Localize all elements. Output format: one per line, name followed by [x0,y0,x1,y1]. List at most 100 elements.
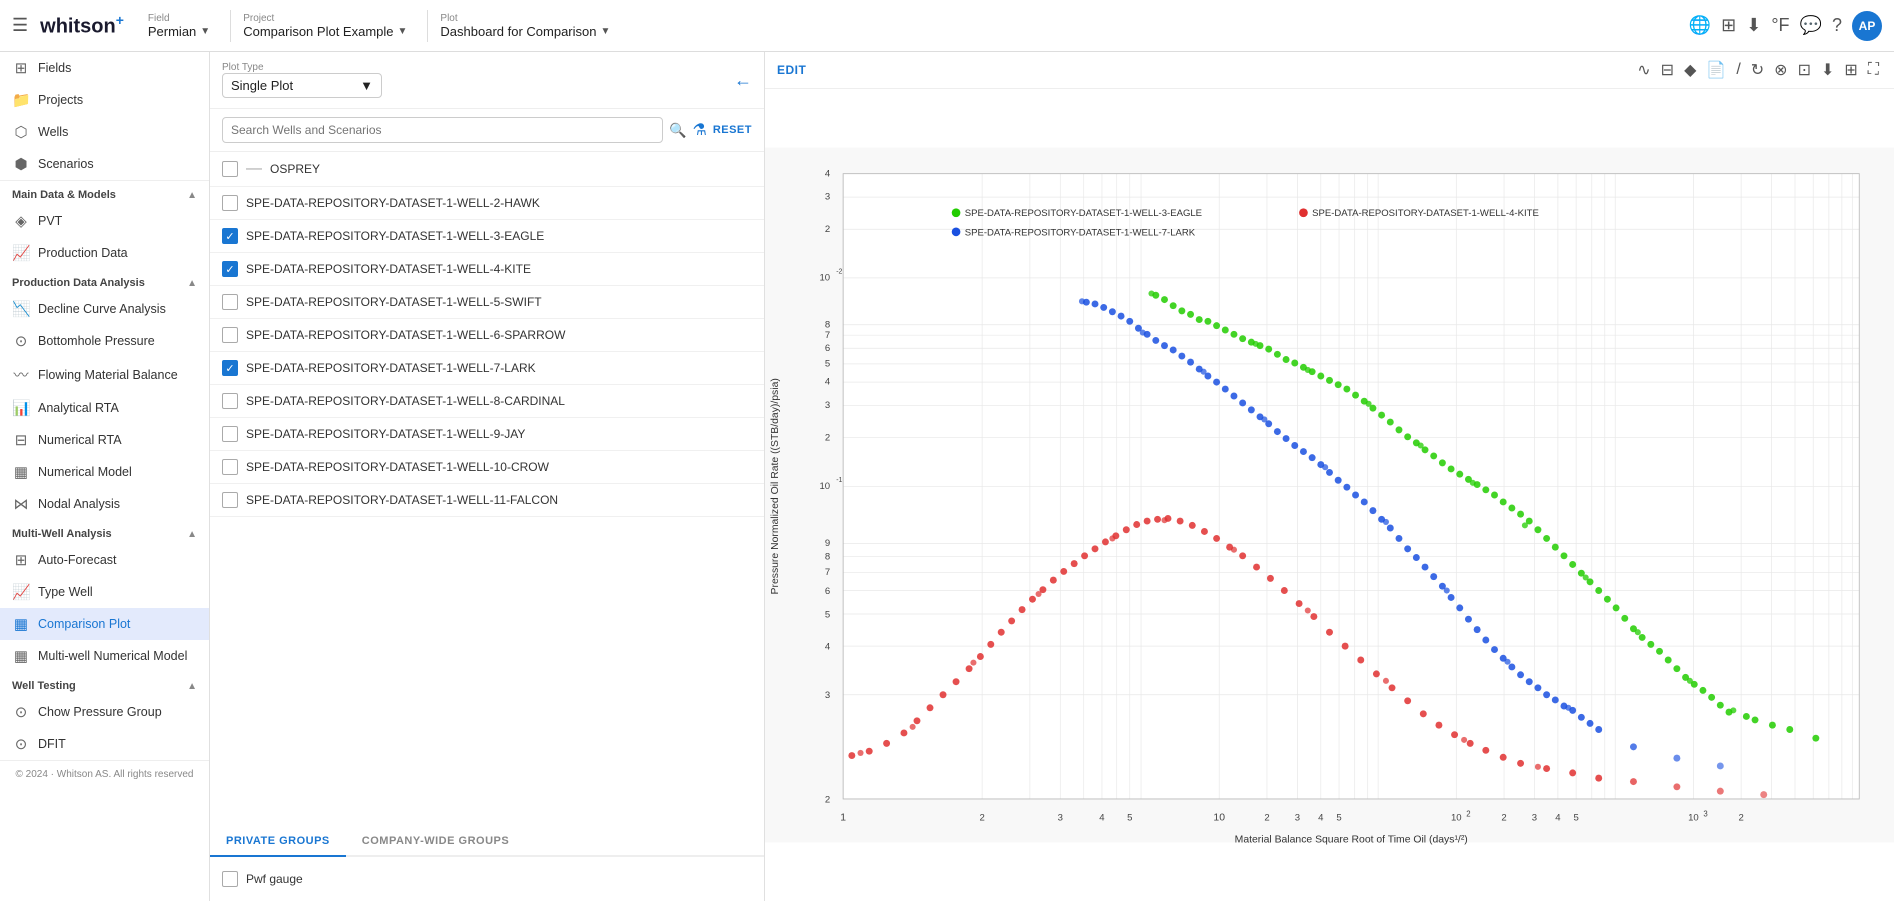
search-icon[interactable]: 🔍 [669,122,686,139]
well-item-falcon[interactable]: SPE-DATA-REPOSITORY-DATASET-1-WELL-11-FA… [210,484,764,517]
well-item-osprey[interactable]: — OSPREY [210,152,764,187]
sidebar-item-projects[interactable]: 📁 Projects [0,84,209,116]
sidebar-label-pvt: PVT [38,214,62,228]
svg-text:6: 6 [825,586,830,597]
topbar: ☰ whitson+ Field Permian ▼ Project Compa… [0,0,1894,52]
plot-type-select[interactable]: Single Plot ▼ [222,73,382,98]
sidebar-item-decline-curve[interactable]: 📉 Decline Curve Analysis [0,293,209,325]
sidebar-item-fields[interactable]: ⊞ Fields [0,52,209,84]
sidebar-item-analytical-rta[interactable]: 📊 Analytical RTA [0,392,209,424]
well-checkbox-eagle[interactable] [222,228,238,244]
zoom-fit-icon[interactable]: ⊞ [1841,58,1860,82]
sidebar-item-production-data[interactable]: 📈 Production Data [0,237,209,269]
well-checkbox-lark[interactable] [222,360,238,376]
well-name-jay: SPE-DATA-REPOSITORY-DATASET-1-WELL-9-JAY [246,427,525,441]
group-checkbox-pwf[interactable] [222,871,238,887]
sidebar-item-multi-numerical[interactable]: ▦ Multi-well Numerical Model [0,640,209,672]
globe-icon[interactable]: 🌐 [1689,15,1711,36]
well-checkbox-kite[interactable] [222,261,238,277]
download-chart-icon[interactable]: ⬇ [1818,58,1837,82]
avatar[interactable]: AP [1852,11,1882,41]
well-item-sparrow[interactable]: SPE-DATA-REPOSITORY-DATASET-1-WELL-6-SPA… [210,319,764,352]
section-header-multi-well[interactable]: Multi-Well Analysis ▲ [0,520,209,544]
sidebar-item-bottomhole[interactable]: ⊙ Bottomhole Pressure [0,325,209,357]
chart-container: 1 2 3 4 5 10 2 3 4 5 10 2 2 3 4 [765,89,1894,901]
sidebar-item-dfit[interactable]: ⊙ DFIT [0,728,209,760]
fill-tool-icon[interactable]: ◆ [1681,58,1699,82]
sidebar-item-comparison-plot[interactable]: ▦ Comparison Plot [0,608,209,640]
well-item-eagle[interactable]: SPE-DATA-REPOSITORY-DATASET-1-WELL-3-EAG… [210,220,764,253]
svg-text:2: 2 [1466,809,1470,818]
well-checkbox-sparrow[interactable] [222,327,238,343]
menu-icon[interactable]: ☰ [12,15,28,36]
well-checkbox-swift[interactable] [222,294,238,310]
sidebar-item-numerical-rta[interactable]: ⊟ Numerical RTA [0,424,209,456]
svg-text:1: 1 [840,813,846,824]
well-checkbox-osprey[interactable] [222,161,238,177]
project-selector[interactable]: Comparison Plot Example ▼ [243,24,407,39]
chevron-well-testing-icon: ▲ [187,681,197,692]
sidebar-item-chow-pressure[interactable]: ⊙ Chow Pressure Group [0,696,209,728]
well-checkbox-cardinal[interactable] [222,393,238,409]
auto-forecast-icon: ⊞ [12,551,30,569]
sidebar-item-pvt[interactable]: ◈ PVT [0,205,209,237]
refresh-tool-icon[interactable]: ↻ [1748,58,1767,82]
well-item-jay[interactable]: SPE-DATA-REPOSITORY-DATASET-1-WELL-9-JAY [210,418,764,451]
sidebar-item-nodal-analysis[interactable]: ⋈ Nodal Analysis [0,488,209,520]
sidebar-item-numerical-model[interactable]: ▦ Numerical Model [0,456,209,488]
group-item-pwf[interactable]: Pwf gauge [222,865,752,893]
sidebar: ⊞ Fields 📁 Projects ⬡ Wells ⬢ Scenarios … [0,52,210,901]
well-item-crow[interactable]: SPE-DATA-REPOSITORY-DATASET-1-WELL-10-CR… [210,451,764,484]
svg-text:5: 5 [825,358,830,369]
well-item-cardinal[interactable]: SPE-DATA-REPOSITORY-DATASET-1-WELL-8-CAR… [210,385,764,418]
chat-icon[interactable]: 💬 [1800,15,1822,36]
download-icon[interactable]: ⬇ [1746,15,1761,36]
chow-pressure-icon: ⊙ [12,703,30,721]
section-multi-well: Multi-Well Analysis ▲ ⊞ Auto-Forecast 📈 … [0,520,209,672]
export-tool-icon[interactable]: 📄 [1703,58,1729,82]
sidebar-item-flowing-material[interactable]: 〰 Flowing Material Balance [0,357,209,392]
reset-button[interactable]: RESET [713,124,752,136]
search-input[interactable] [222,117,663,143]
well-item-swift[interactable]: SPE-DATA-REPOSITORY-DATASET-1-WELL-5-SWI… [210,286,764,319]
logo-plus: + [116,12,124,28]
grid-icon[interactable]: ⊞ [1721,15,1736,36]
well-checkbox-falcon[interactable] [222,492,238,508]
edit-button[interactable]: EDIT [777,63,806,77]
sidebar-item-auto-forecast[interactable]: ⊞ Auto-Forecast [0,544,209,576]
pen-tool-icon[interactable]: / [1733,59,1743,81]
fullscreen-icon[interactable]: ⛶ [1865,59,1882,81]
well-checkbox-jay[interactable] [222,426,238,442]
well-checkbox-hawk[interactable] [222,195,238,211]
sidebar-item-type-well[interactable]: 📈 Type Well [0,576,209,608]
sidebar-item-scenarios[interactable]: ⬢ Scenarios [0,148,209,180]
table-tool-icon[interactable]: ⊟ [1658,58,1677,82]
section-header-production-analysis[interactable]: Production Data Analysis ▲ [0,269,209,293]
well-checkbox-crow[interactable] [222,459,238,475]
well-item-kite[interactable]: SPE-DATA-REPOSITORY-DATASET-1-WELL-4-KIT… [210,253,764,286]
sidebar-label-numerical-model: Numerical Model [38,465,132,479]
sidebar-label-bottomhole: Bottomhole Pressure [38,334,155,348]
section-header-main-data[interactable]: Main Data & Models ▲ [0,181,209,205]
curve-tool-icon[interactable]: ∿ [1634,58,1653,82]
well-name-falcon: SPE-DATA-REPOSITORY-DATASET-1-WELL-11-FA… [246,493,558,507]
y-axis-label: Pressure Normalized Oil Rate ((STB/day)/… [770,378,781,594]
svg-text:2: 2 [825,432,830,443]
well-item-hawk[interactable]: SPE-DATA-REPOSITORY-DATASET-1-WELL-2-HAW… [210,187,764,220]
back-arrow-icon[interactable]: ← [734,70,752,91]
sidebar-label-comparison-plot: Comparison Plot [38,617,130,631]
well-item-lark[interactable]: SPE-DATA-REPOSITORY-DATASET-1-WELL-7-LAR… [210,352,764,385]
section-header-well-testing[interactable]: Well Testing ▲ [0,672,209,696]
field-selector[interactable]: Permian ▼ [148,24,210,39]
plot-selector[interactable]: Dashboard for Comparison ▼ [440,24,610,39]
filter-icon[interactable]: ⚗ [692,120,706,140]
fields-icon: ⊞ [12,59,30,77]
tab-private-groups[interactable]: PRIVATE GROUPS [210,827,346,857]
help-icon[interactable]: ? [1832,15,1842,36]
expand-tool-icon[interactable]: ⊡ [1795,58,1814,82]
lasso-tool-icon[interactable]: ⊗ [1771,58,1790,82]
sidebar-item-wells[interactable]: ⬡ Wells [0,116,209,148]
tab-company-groups[interactable]: COMPANY-WIDE GROUPS [346,827,525,857]
temperature-icon[interactable]: °F [1771,15,1789,36]
plot-type-value: Single Plot [231,78,293,93]
